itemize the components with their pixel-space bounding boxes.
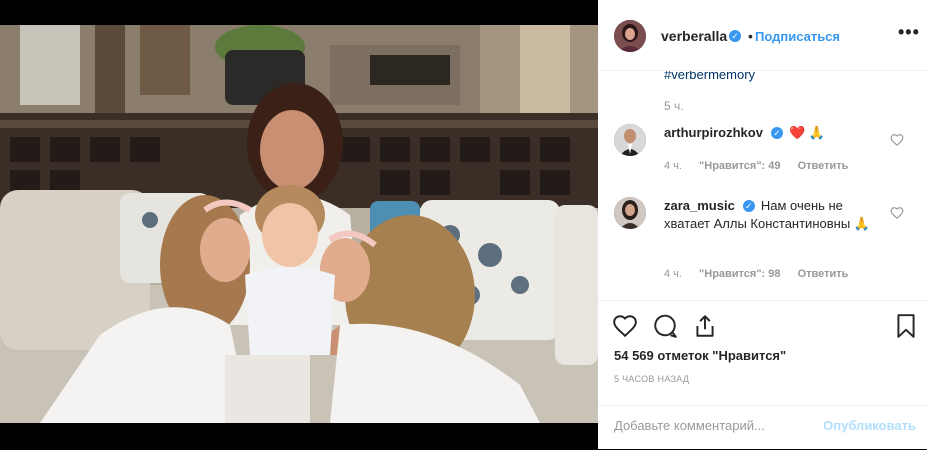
comment-text: ❤️ 🙏 xyxy=(788,125,825,140)
comment-likes[interactable]: "Нравится": 49 xyxy=(699,160,780,172)
comment-likes[interactable]: "Нравится": 98 xyxy=(699,268,780,280)
comment-meta: 4 ч. "Нравится": 98 Ответить xyxy=(664,268,862,280)
avatar-image xyxy=(614,124,646,156)
comments-list[interactable]: #verbermemory 5 ч. arthurpirozhkov ✓ ❤️ 🙏 … xyxy=(598,71,927,299)
post-sidebar: verberalla ✓ • Подписаться ••• #verberme… xyxy=(598,0,927,449)
commenter-avatar[interactable] xyxy=(614,124,646,156)
comment-time[interactable]: 4 ч. xyxy=(664,160,682,172)
likes-count[interactable]: 54 569 отметок "Нравится" xyxy=(614,348,786,363)
author-avatar[interactable] xyxy=(614,20,646,52)
comment-body: zara_music ✓ Нам очень не хватает Аллы Кон… xyxy=(664,197,884,233)
more-options-icon[interactable]: ••• xyxy=(898,22,920,43)
comment-time[interactable]: 4 ч. xyxy=(664,268,682,280)
share-icon[interactable] xyxy=(692,313,718,339)
verified-badge-icon: ✓ xyxy=(742,199,755,212)
comment-heart-icon[interactable] xyxy=(890,133,904,147)
post-header: verberalla ✓ • Подписаться ••• xyxy=(598,0,927,71)
commenter-username[interactable]: arthurpirozhkov xyxy=(664,125,763,140)
verified-badge-icon: ✓ xyxy=(729,30,741,42)
comment-icon[interactable] xyxy=(652,313,678,339)
bookmark-icon[interactable] xyxy=(893,313,919,339)
follow-button[interactable]: Подписаться xyxy=(755,29,840,44)
avatar-image xyxy=(614,20,646,52)
family-photo-illustration xyxy=(0,25,598,423)
reply-button[interactable]: Ответить xyxy=(798,268,849,280)
caption-hashtag[interactable]: #verbermemory xyxy=(664,71,755,82)
separator-dot: • xyxy=(748,28,753,44)
publish-button[interactable]: Опубликовать xyxy=(823,418,916,433)
post-actions: 54 569 отметок "Нравится" 5 ЧАСОВ НАЗАД … xyxy=(598,300,927,450)
comment-input[interactable] xyxy=(614,418,814,433)
heart-icon[interactable] xyxy=(612,313,638,339)
commenter-avatar[interactable] xyxy=(614,197,646,229)
add-comment-bar: Опубликовать xyxy=(598,405,927,450)
comment-body: arthurpirozhkov ✓ ❤️ 🙏 xyxy=(664,124,884,142)
comment-meta: 4 ч. "Нравится": 49 Ответить xyxy=(664,160,862,172)
caption-time[interactable]: 5 ч. xyxy=(664,99,684,113)
author-username[interactable]: verberalla xyxy=(661,28,727,44)
avatar-image xyxy=(614,197,646,229)
reply-button[interactable]: Ответить xyxy=(798,160,849,172)
verified-badge-icon: ✓ xyxy=(770,126,783,139)
comment-heart-icon[interactable] xyxy=(890,206,904,220)
commenter-username[interactable]: zara_music xyxy=(664,198,735,213)
photo-viewer xyxy=(0,0,598,449)
post-photo[interactable] xyxy=(0,25,598,423)
post-timestamp[interactable]: 5 ЧАСОВ НАЗАД xyxy=(614,374,689,384)
